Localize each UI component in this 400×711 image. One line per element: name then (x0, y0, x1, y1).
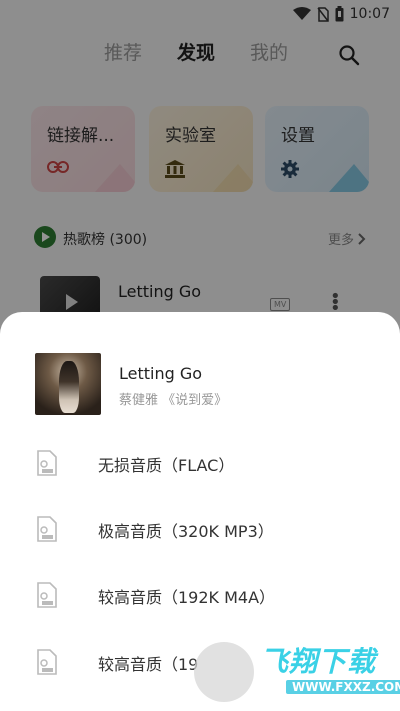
quality-option-label: 较高音质（192K M4A） (98, 588, 276, 607)
sheet-song-title: Letting Go (119, 364, 203, 383)
quality-option-320k[interactable]: 极高音质（320K MP3） (0, 505, 400, 553)
quality-option-label: 无损音质（FLAC） (98, 456, 235, 475)
quality-option-192k[interactable]: 较高音质（192K M4A） (0, 571, 400, 619)
watermark-text: 飞翔下载 (260, 645, 377, 678)
audio-file-icon (37, 649, 57, 675)
watermark-url: WWW.FXXZ.COM (286, 680, 400, 694)
sheet-artist: 蔡健雅 《说到爱》 (119, 393, 228, 408)
watermark-logo (194, 642, 254, 702)
quality-option-label: 极高音质（320K MP3） (98, 522, 274, 541)
album-cover (35, 353, 101, 415)
quality-option-label: 较高音质（19 (98, 655, 199, 674)
watermark: 飞翔下载 WWW.FXXZ.COM (192, 632, 400, 711)
audio-file-icon (37, 450, 57, 476)
quality-option-flac[interactable]: 无损音质（FLAC） (0, 439, 400, 487)
audio-file-icon (37, 516, 57, 542)
audio-file-icon (37, 582, 57, 608)
